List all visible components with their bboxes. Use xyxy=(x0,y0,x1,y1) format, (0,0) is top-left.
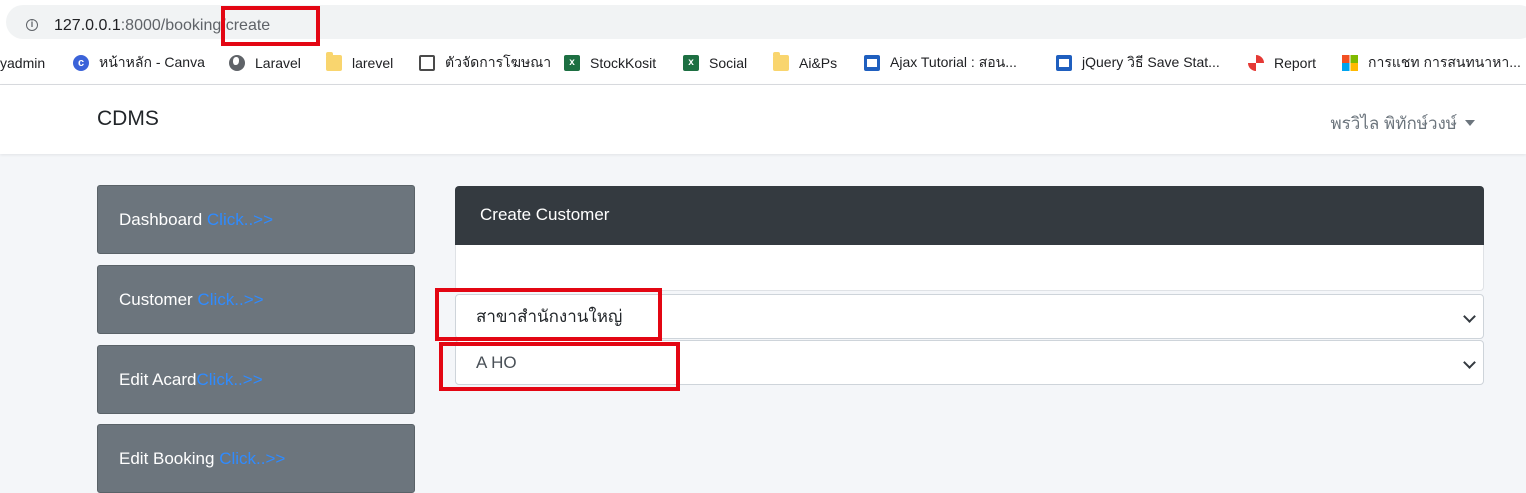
chevron-down-icon xyxy=(1463,356,1476,369)
chevron-down-icon xyxy=(1463,310,1476,323)
bookmark-ajax-tutorial[interactable]: Ajax Tutorial : สอน... xyxy=(864,53,1017,73)
canva-icon: c xyxy=(73,55,89,71)
bookmark-label: Social xyxy=(709,55,748,71)
bookmark-laravel[interactable]: Laravel xyxy=(229,53,301,73)
sidebar-item-link[interactable]: Click..>> xyxy=(219,449,285,468)
bookmark-label: หน้าหลัก - Canva xyxy=(99,54,205,70)
sidebar-item-label: Edit Booking xyxy=(119,449,215,468)
globe-icon xyxy=(229,55,245,71)
bookmark-label: Report xyxy=(1274,55,1317,71)
bookmark-jquery[interactable]: jQuery วิธี Save Stat... xyxy=(1056,53,1220,73)
folder-icon xyxy=(326,52,342,71)
report-icon xyxy=(1248,55,1264,71)
bookmark-label: StockKosit xyxy=(590,55,657,71)
brand-logo-text[interactable]: CDMS xyxy=(97,107,159,131)
page-icon xyxy=(1056,55,1072,71)
card-title: Create Customer xyxy=(480,205,610,224)
bookmark-ad-manager[interactable]: ตัวจัดการโฆษณา xyxy=(419,53,551,73)
sidebar-item-label: Dashboard xyxy=(119,210,203,229)
bookmark-label: larevel xyxy=(352,55,394,71)
sidebar-item-edit-acard[interactable]: Edit AcardClick..>> xyxy=(97,345,415,414)
bookmark-label: jQuery วิธี Save Stat... xyxy=(1082,54,1220,70)
excel-icon: x xyxy=(683,55,699,71)
card-body xyxy=(455,245,1484,291)
folder-icon xyxy=(773,52,789,71)
bookmark-label: Laravel xyxy=(255,55,301,71)
bookmarks-bar: yadmin c หน้าหลัก - Canva Laravel larevel… xyxy=(0,44,1526,85)
bookmark-label: Ajax Tutorial : สอน... xyxy=(890,54,1017,70)
page-icon xyxy=(864,55,880,71)
info-icon[interactable]: i xyxy=(26,19,38,31)
bookmark-chat[interactable]: การแชท การสนทนาหา... xyxy=(1342,53,1521,73)
app-navbar: CDMS พรวิไล พิทักษ์วงษ์ xyxy=(0,85,1526,154)
bookmark-label: Ai&Ps xyxy=(799,55,838,71)
bookmark-label: การแชท การสนทนาหา... xyxy=(1368,54,1521,70)
highlight-box-code xyxy=(439,342,680,391)
bookmark-larevel[interactable]: larevel xyxy=(326,52,394,73)
ad-manager-icon xyxy=(419,55,435,71)
caret-down-icon xyxy=(1465,119,1475,126)
sidebar-item-link[interactable]: Click..>> xyxy=(197,370,263,389)
url-host: 127.0.0.1 xyxy=(54,17,121,34)
sidebar-item-edit-booking[interactable]: Edit Booking Click..>> xyxy=(97,424,415,493)
sidebar-item-label: Customer xyxy=(119,290,193,309)
sidebar-item-label: Edit Acard xyxy=(119,370,197,389)
sidebar-item-link[interactable]: Click..>> xyxy=(207,210,273,229)
bookmark-label: ตัวจัดการโฆษณา xyxy=(445,54,552,70)
sidebar-item-dashboard[interactable]: Dashboard Click..>> xyxy=(97,185,415,254)
bookmark-canva[interactable]: c หน้าหลัก - Canva xyxy=(73,53,205,73)
bookmark-report[interactable]: Report xyxy=(1248,53,1316,73)
user-name: พรวิไล พิทักษ์วงษ์ xyxy=(1330,114,1457,133)
microsoft-icon xyxy=(1342,55,1358,71)
highlight-box-url xyxy=(221,6,320,46)
bookmark-stockkosit[interactable]: x StockKosit xyxy=(564,53,656,73)
sidebar-item-customer[interactable]: Customer Click..>> xyxy=(97,265,415,334)
user-dropdown[interactable]: พรวิไล พิทักษ์วงษ์ xyxy=(1330,110,1475,137)
bookmark-ai-ps[interactable]: Ai&Ps xyxy=(773,52,838,73)
highlight-box-branch xyxy=(435,288,662,341)
bookmark-label: yadmin xyxy=(0,55,46,71)
bookmark-social[interactable]: x Social xyxy=(683,53,747,73)
card-header: Create Customer xyxy=(455,186,1484,245)
excel-icon: x xyxy=(564,55,580,71)
sidebar-item-link[interactable]: Click..>> xyxy=(197,290,263,309)
bookmark-yadmin[interactable]: yadmin xyxy=(0,53,45,73)
